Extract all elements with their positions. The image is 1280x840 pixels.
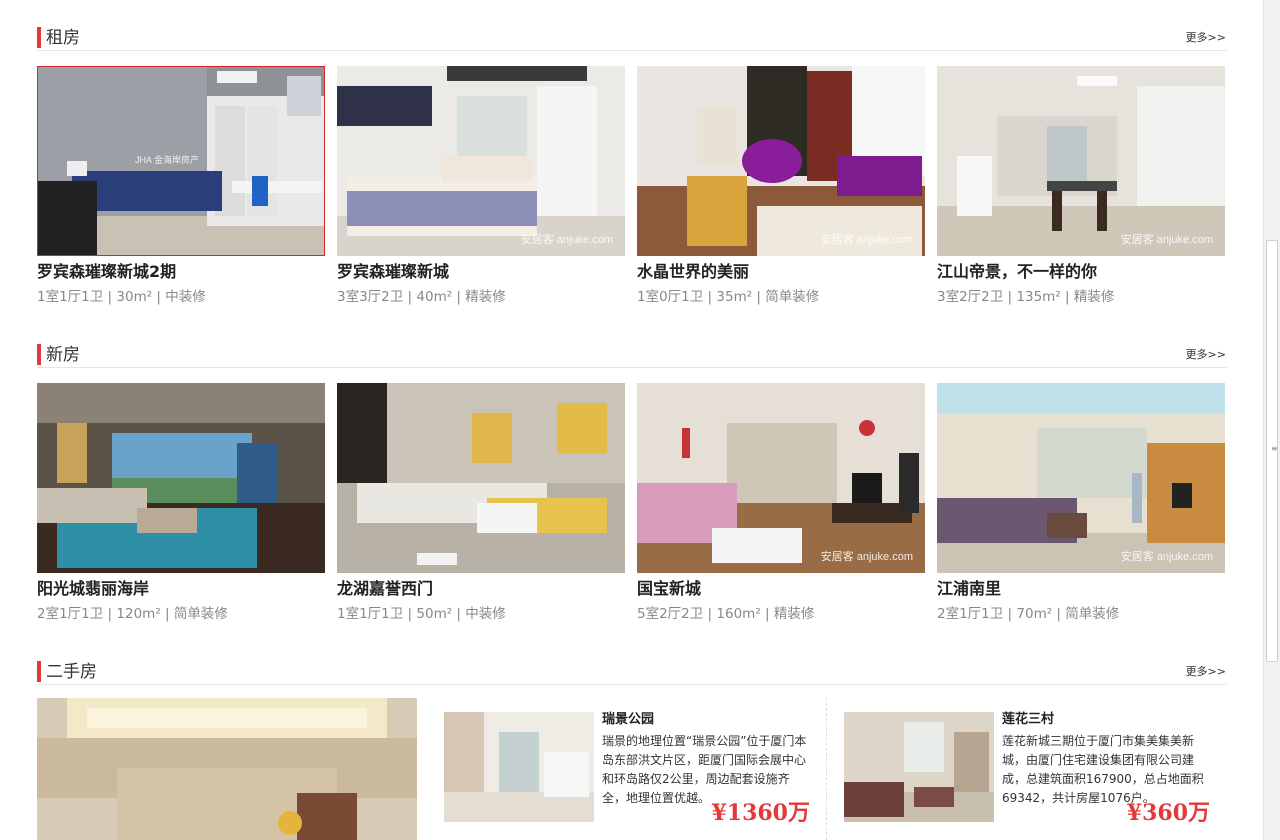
listing-image[interactable] — [444, 712, 594, 822]
new-card[interactable]: 安居客 anjuke.com 国宝新城 5室2厅2卫 | 160m² | 精装修 — [637, 383, 925, 623]
new-card[interactable]: 阳光城翡丽海岸 2室1厅1卫 | 120m² | 简单装修 — [37, 383, 325, 623]
rent-section-title: 租房 — [46, 28, 80, 48]
rent-card-image[interactable]: 安居客 anjuke.com — [637, 66, 925, 256]
rent-card-name[interactable]: 水晶世界的美丽 — [637, 262, 925, 282]
rent-card[interactable]: 安居客 anjuke.com 罗宾森璀璨新城 3室3厅2卫 | 40m² | 精… — [337, 66, 625, 306]
section-accent-bar — [37, 27, 41, 48]
rent-card-meta: 3室2厅2卫 | 135m² | 精装修 — [937, 289, 1115, 305]
secondhand-listing[interactable]: 莲花三村 莲花新城三期位于厦门市集美集美新城，由厦门住宅建设集团有限公司建成，总… — [844, 712, 1214, 832]
new-section-header: 新房 更多>> — [37, 342, 1227, 368]
rent-card-image[interactable]: 安居客 anjuke.com — [937, 66, 1225, 256]
rent-card[interactable]: JHA 金海岸房产 罗宾森璀璨新城2期 1室1厅1卫 | 30m² | 中装修 — [37, 66, 325, 306]
new-more-link[interactable]: 更多>> — [1186, 348, 1226, 362]
rent-card-meta: 3室3厅2卫 | 40m² | 精装修 — [337, 289, 506, 305]
rent-card-meta: 1室1厅1卫 | 30m² | 中装修 — [37, 289, 206, 305]
rent-card-meta: 1室0厅1卫 | 35m² | 简单装修 — [637, 289, 820, 305]
listing-image[interactable] — [844, 712, 994, 822]
rent-card[interactable]: 安居客 anjuke.com 水晶世界的美丽 1室0厅1卫 | 35m² | 简… — [637, 66, 925, 306]
secondhand-list: 瑞景公园 瑞景的地理位置“瑞景公园”位于厦门本岛东部洪文片区，距厦门国际会展中心… — [37, 698, 1227, 840]
listing-description: 莲花新城三期位于厦门市集美集美新城，由厦门住宅建设集团有限公司建成，总建筑面积1… — [1002, 734, 1204, 805]
new-card-image[interactable] — [37, 383, 325, 573]
new-card-meta: 2室1厅1卫 | 120m² | 简单装修 — [37, 606, 228, 622]
new-card-name[interactable]: 国宝新城 — [637, 579, 925, 599]
listing-price: ¥1360万 — [711, 800, 810, 826]
rent-card-image[interactable]: 安居客 anjuke.com — [337, 66, 625, 256]
secondhand-more-link[interactable]: 更多>> — [1186, 665, 1226, 679]
new-card-name[interactable]: 龙湖嘉誉西门 — [337, 579, 625, 599]
rent-card-image[interactable]: JHA 金海岸房产 — [37, 66, 325, 256]
rent-grid: JHA 金海岸房产 罗宾森璀璨新城2期 1室1厅1卫 | 30m² | 中装修 — [37, 66, 1227, 326]
rent-card[interactable]: 安居客 anjuke.com 江山帝景，不一样的你 3室2厅2卫 | 135m²… — [937, 66, 1225, 306]
thumbnail-watermark: 安居客 anjuke.com — [1120, 551, 1213, 563]
thumbnail-watermark: 安居客 anjuke.com — [820, 234, 913, 246]
listing-title[interactable]: 瑞景公园 — [602, 712, 654, 728]
rent-section-header: 租房 更多>> — [37, 25, 1227, 51]
rent-card-name[interactable]: 江山帝景，不一样的你 — [937, 262, 1225, 282]
section-accent-bar — [37, 661, 41, 682]
page-scrollbar[interactable]: ≡ — [1263, 0, 1280, 840]
listing-price: ¥360万 — [1126, 800, 1210, 826]
secondhand-section-header: 二手房 更多>> — [37, 659, 1227, 685]
new-card-image[interactable]: 安居客 anjuke.com — [637, 383, 925, 573]
new-card-meta: 1室1厅1卫 | 50m² | 中装修 — [337, 606, 506, 622]
secondhand-listing[interactable]: 瑞景公园 瑞景的地理位置“瑞景公园”位于厦门本岛东部洪文片区，距厦门国际会展中心… — [444, 712, 814, 832]
new-card-meta: 5室2厅2卫 | 160m² | 精装修 — [637, 606, 815, 622]
rent-more-link[interactable]: 更多>> — [1186, 31, 1226, 45]
new-card[interactable]: 安居客 anjuke.com 江浦南里 2室1厅1卫 | 70m² | 简单装修 — [937, 383, 1225, 623]
new-card[interactable]: 龙湖嘉誉西门 1室1厅1卫 | 50m² | 中装修 — [337, 383, 625, 623]
rent-card-name[interactable]: 罗宾森璀璨新城 — [337, 262, 625, 282]
new-section-title: 新房 — [46, 345, 80, 365]
thumbnail-watermark: 安居客 anjuke.com — [520, 234, 613, 246]
listing-description: 瑞景的地理位置“瑞景公园”位于厦门本岛东部洪文片区，距厦门国际会展中心和环岛路仅… — [602, 734, 807, 805]
thumbnail-watermark: 安居客 anjuke.com — [1120, 234, 1213, 246]
rent-card-name[interactable]: 罗宾森璀璨新城2期 — [37, 262, 325, 282]
scrollbar-thumb[interactable]: ≡ — [1266, 240, 1278, 662]
grip-icon: ≡ — [1271, 444, 1278, 453]
new-card-meta: 2室1厅1卫 | 70m² | 简单装修 — [937, 606, 1120, 622]
new-card-image[interactable] — [337, 383, 625, 573]
listing-title[interactable]: 莲花三村 — [1002, 712, 1054, 728]
secondhand-featured-image[interactable] — [37, 698, 417, 840]
listing-divider — [826, 698, 827, 840]
thumbnail-watermark: 安居客 anjuke.com — [820, 551, 913, 563]
new-card-name[interactable]: 江浦南里 — [937, 579, 1225, 599]
new-grid: 阳光城翡丽海岸 2室1厅1卫 | 120m² | 简单装修 龙湖嘉誉西门 1室1… — [37, 383, 1227, 643]
thumbnail-watermark: JHA 金海岸房产 — [135, 155, 200, 165]
new-card-image[interactable]: 安居客 anjuke.com — [937, 383, 1225, 573]
secondhand-section-title: 二手房 — [46, 662, 97, 682]
section-accent-bar — [37, 344, 41, 365]
new-card-name[interactable]: 阳光城翡丽海岸 — [37, 579, 325, 599]
